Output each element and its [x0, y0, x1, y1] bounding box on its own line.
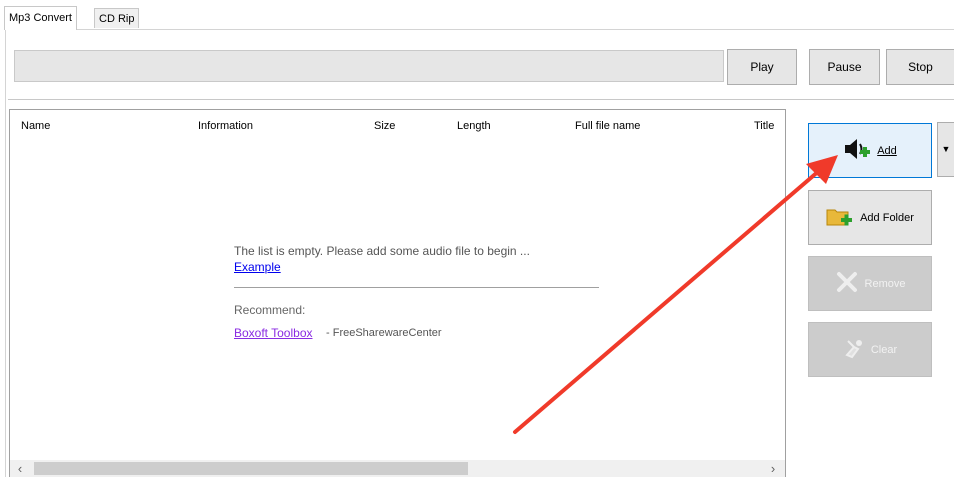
chevron-left-icon[interactable]: ‹ [12, 460, 28, 477]
column-header-full-file-name[interactable]: Full file name [575, 120, 640, 132]
scrollbar-thumb[interactable] [34, 462, 468, 475]
dropdown-caret-icon: ▼ [941, 144, 951, 154]
playback-progress-bar[interactable] [14, 50, 724, 82]
remove-label: Remove [864, 277, 906, 290]
clear-button[interactable]: Clear [808, 322, 932, 377]
file-list[interactable]: Name Information Size Length Full file n… [9, 109, 786, 477]
add-folder-label: Add Folder [860, 211, 914, 224]
column-header-name[interactable]: Name [21, 120, 50, 132]
column-header-information[interactable]: Information [198, 120, 253, 132]
tab-bar: Mp3 Convert CD Rip [0, 0, 954, 30]
boxoft-toolbox-link[interactable]: Boxoft Toolbox [234, 326, 313, 340]
recommend-suffix: - FreeSharewareCenter [326, 327, 442, 339]
example-link[interactable]: Example [234, 260, 281, 274]
divider [234, 287, 599, 288]
add-dropdown-button[interactable]: ▼ [937, 122, 954, 177]
tab-mp3-convert[interactable]: Mp3 Convert [4, 6, 77, 30]
empty-list-message: The list is empty. Please add some audio… [234, 244, 530, 258]
horizontal-scrollbar[interactable]: ‹ › [10, 460, 785, 477]
recommend-label: Recommend: [234, 303, 306, 317]
pause-button[interactable]: Pause [809, 49, 880, 85]
add-label: Add [877, 144, 897, 157]
play-button[interactable]: Play [727, 49, 797, 85]
tab-cd-rip[interactable]: CD Rip [94, 8, 140, 28]
stop-button[interactable]: Stop [886, 49, 954, 85]
column-header-title[interactable]: Title [754, 120, 774, 132]
remove-x-icon [835, 271, 859, 296]
broom-clear-icon [843, 337, 865, 362]
clear-label: Clear [870, 343, 898, 356]
folder-plus-icon [826, 204, 854, 231]
add-folder-button[interactable]: Add Folder [808, 190, 932, 245]
column-header-size[interactable]: Size [374, 120, 395, 132]
speaker-plus-icon [843, 137, 871, 164]
remove-button[interactable]: Remove [808, 256, 932, 311]
chevron-right-icon[interactable]: › [765, 460, 781, 477]
add-button[interactable]: Add [808, 123, 932, 178]
separator [8, 99, 954, 100]
column-header-length[interactable]: Length [457, 120, 491, 132]
